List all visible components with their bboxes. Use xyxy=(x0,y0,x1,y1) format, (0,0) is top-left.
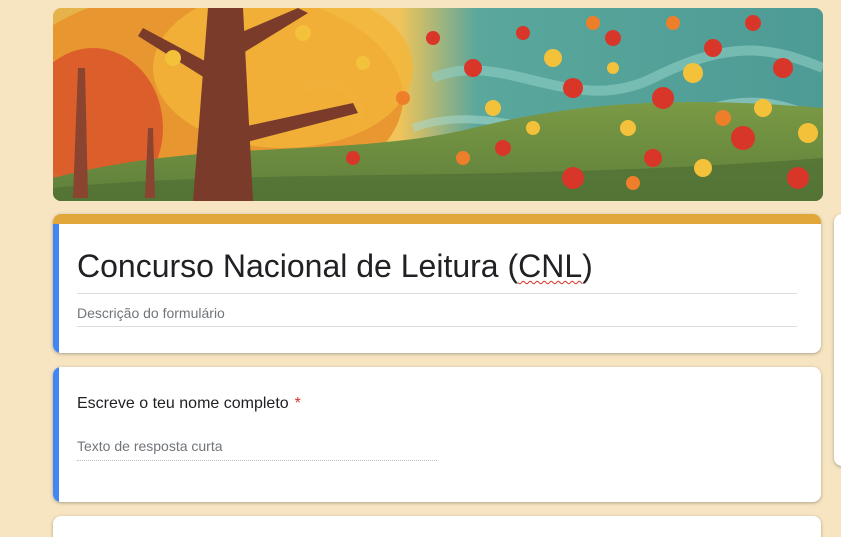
question-card[interactable]: Escreve o teu nome completo * Texto de re… xyxy=(53,367,821,502)
active-card-indicator xyxy=(53,224,59,353)
next-question-card[interactable] xyxy=(53,516,821,537)
floating-toolbar[interactable] xyxy=(834,214,841,466)
form-description-field[interactable]: Descrição do formulário xyxy=(77,304,225,322)
header-banner-image xyxy=(53,8,823,201)
short-answer-field[interactable]: Texto de resposta curta xyxy=(77,435,437,461)
question-title-text: Escreve o teu nome completo xyxy=(77,395,289,412)
description-underline xyxy=(77,326,797,327)
question-card-indicator xyxy=(53,367,59,502)
required-asterisk: * xyxy=(294,395,301,412)
form-editor-page: Concurso Nacional de Leitura (CNL) Descr… xyxy=(0,0,841,537)
title-underline xyxy=(77,293,797,294)
form-title-card[interactable]: Concurso Nacional de Leitura (CNL) Descr… xyxy=(53,214,821,353)
question-title[interactable]: Escreve o teu nome completo * xyxy=(77,394,301,414)
form-title[interactable]: Concurso Nacional de Leitura (CNL) xyxy=(77,246,797,286)
header-color-strip xyxy=(53,214,821,224)
spellcheck-word: CNL xyxy=(518,248,583,284)
